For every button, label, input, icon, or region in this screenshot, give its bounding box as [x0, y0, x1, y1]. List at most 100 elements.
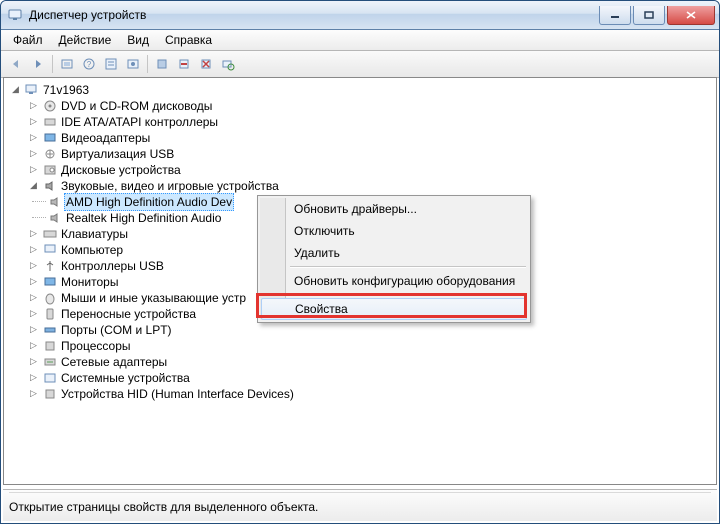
expand-icon[interactable]: ▷: [28, 340, 39, 351]
cpu-icon: [42, 338, 58, 354]
context-menu-item-label: Обновить драйверы...: [294, 202, 417, 216]
expand-icon[interactable]: ▷: [28, 132, 39, 143]
tree-root[interactable]: ◢ 71v1963: [8, 82, 716, 98]
context-menu-scan-hardware[interactable]: Обновить конфигурацию оборудования: [260, 270, 528, 292]
tree-category-label: Сетевые адаптеры: [61, 354, 167, 370]
expand-icon[interactable]: ▷: [28, 372, 39, 383]
expand-icon[interactable]: ▷: [28, 324, 39, 335]
context-menu-item-label: Удалить: [294, 246, 340, 260]
expand-icon[interactable]: ▷: [28, 164, 39, 175]
keyboard-icon: [42, 226, 58, 242]
tree-category[interactable]: ▷Порты (COM и LPT): [8, 322, 716, 338]
expand-icon[interactable]: ▷: [28, 388, 39, 399]
tree-category[interactable]: ▷ Дисковые устройства: [8, 162, 716, 178]
tree-category-label: IDE ATA/ATAPI контроллеры: [61, 114, 218, 130]
tree-category[interactable]: ▷ IDE ATA/ATAPI контроллеры: [8, 114, 716, 130]
usb-icon: [42, 258, 58, 274]
system-icon: [42, 370, 58, 386]
network-icon: [42, 354, 58, 370]
toolbar-show-hidden-button[interactable]: [56, 53, 78, 75]
expand-icon[interactable]: ▷: [28, 148, 39, 159]
tree-category[interactable]: ▷Системные устройства: [8, 370, 716, 386]
mouse-icon: [42, 290, 58, 306]
toolbar-back-button[interactable]: [5, 53, 27, 75]
tree-category-label: Мыши и иные указывающие устр: [61, 290, 246, 306]
disk-icon: [42, 162, 58, 178]
maximize-button[interactable]: [633, 6, 665, 25]
tree-device-label: AMD High Definition Audio Dev: [64, 193, 234, 211]
menubar: Файл Действие Вид Справка: [1, 30, 719, 51]
toolbar-update-driver-button[interactable]: [151, 53, 173, 75]
tree-category-label: Клавиатуры: [61, 226, 128, 242]
expand-icon[interactable]: ▷: [28, 308, 39, 319]
context-menu-separator: [290, 266, 526, 268]
expand-icon[interactable]: ▷: [28, 100, 39, 111]
tree-category-label: Переносные устройства: [61, 306, 196, 322]
minimize-button[interactable]: [599, 6, 631, 25]
expand-icon[interactable]: ▷: [28, 116, 39, 127]
tree-category[interactable]: ▷ Сетевые адаптеры: [8, 354, 716, 370]
context-menu-separator: [290, 294, 526, 296]
speaker-icon: [47, 194, 63, 210]
collapse-icon[interactable]: ◢: [10, 84, 21, 95]
toolbar-properties-button[interactable]: [100, 53, 122, 75]
expand-icon[interactable]: ▷: [28, 260, 39, 271]
menu-help[interactable]: Справка: [157, 31, 220, 49]
tree-category[interactable]: ▷Виртуализация USB: [8, 146, 716, 162]
context-menu-delete[interactable]: Удалить: [260, 242, 528, 264]
context-menu-update-drivers[interactable]: Обновить драйверы...: [260, 198, 528, 220]
tree-category-label: Дисковые устройства: [61, 162, 181, 178]
tree-category-audio[interactable]: ◢ Звуковые, видео и игровые устройства: [8, 178, 716, 194]
context-menu-item-label: Обновить конфигурацию оборудования: [294, 274, 515, 288]
expand-icon[interactable]: ▷: [28, 276, 39, 287]
context-menu: Обновить драйверы... Отключить Удалить О…: [257, 195, 531, 323]
titlebar: Диспетчер устройств: [1, 1, 719, 30]
menu-action[interactable]: Действие: [51, 31, 120, 49]
toolbar-uninstall-button[interactable]: [195, 53, 217, 75]
toolbar-forward-button[interactable]: [27, 53, 49, 75]
collapse-icon[interactable]: ◢: [28, 180, 39, 191]
tree-category-label: Компьютер: [61, 242, 123, 258]
toolbar: ?: [1, 51, 719, 78]
expand-icon[interactable]: ▷: [28, 292, 39, 303]
computer-icon: [42, 242, 58, 258]
tree-category-label: DVD и CD-ROM дисководы: [61, 98, 212, 114]
menu-file[interactable]: Файл: [5, 31, 51, 49]
hid-icon: [42, 386, 58, 402]
context-menu-disable[interactable]: Отключить: [260, 220, 528, 242]
toolbar-separator: [52, 55, 53, 73]
tree-category-label: Процессоры: [61, 338, 131, 354]
svg-text:?: ?: [87, 60, 92, 69]
tree-category[interactable]: ▷ Видеоадаптеры: [8, 130, 716, 146]
tree-category[interactable]: ▷ Процессоры: [8, 338, 716, 354]
tree-category[interactable]: ▷ Устройства HID (Human Interface Devices…: [8, 386, 716, 402]
port-icon: [42, 322, 58, 338]
tree-category-label: Мониторы: [61, 274, 118, 290]
toolbar-scan-button[interactable]: [217, 53, 239, 75]
app-icon: [7, 7, 23, 23]
tree-category-label: Устройства HID (Human Interface Devices): [61, 386, 294, 402]
context-menu-properties[interactable]: Свойства: [261, 298, 527, 320]
toolbar-refresh-button[interactable]: [122, 53, 144, 75]
tree-category-label: Контроллеры USB: [61, 258, 164, 274]
close-button[interactable]: [667, 6, 715, 25]
tree-root-label: 71v1963: [43, 82, 89, 98]
expand-icon[interactable]: ▷: [28, 228, 39, 239]
context-menu-item-label: Свойства: [295, 302, 348, 316]
toolbar-separator: [147, 55, 148, 73]
context-menu-item-label: Отключить: [294, 224, 355, 238]
ide-icon: [42, 114, 58, 130]
expand-icon[interactable]: ▷: [28, 356, 39, 367]
computer-icon: [24, 82, 40, 98]
tree-category-label: Звуковые, видео и игровые устройства: [61, 178, 279, 194]
statusbar-text: Открытие страницы свойств для выделенног…: [9, 492, 711, 514]
toolbar-disable-button[interactable]: [173, 53, 195, 75]
tree-category[interactable]: ▷ DVD и CD-ROM дисководы: [8, 98, 716, 114]
toolbar-help-button[interactable]: ?: [78, 53, 100, 75]
audio-icon: [42, 178, 58, 194]
menu-view[interactable]: Вид: [119, 31, 157, 49]
tree-category-label: Видеоадаптеры: [61, 130, 150, 146]
portable-icon: [42, 306, 58, 322]
expand-icon[interactable]: ▷: [28, 244, 39, 255]
display-icon: [42, 130, 58, 146]
